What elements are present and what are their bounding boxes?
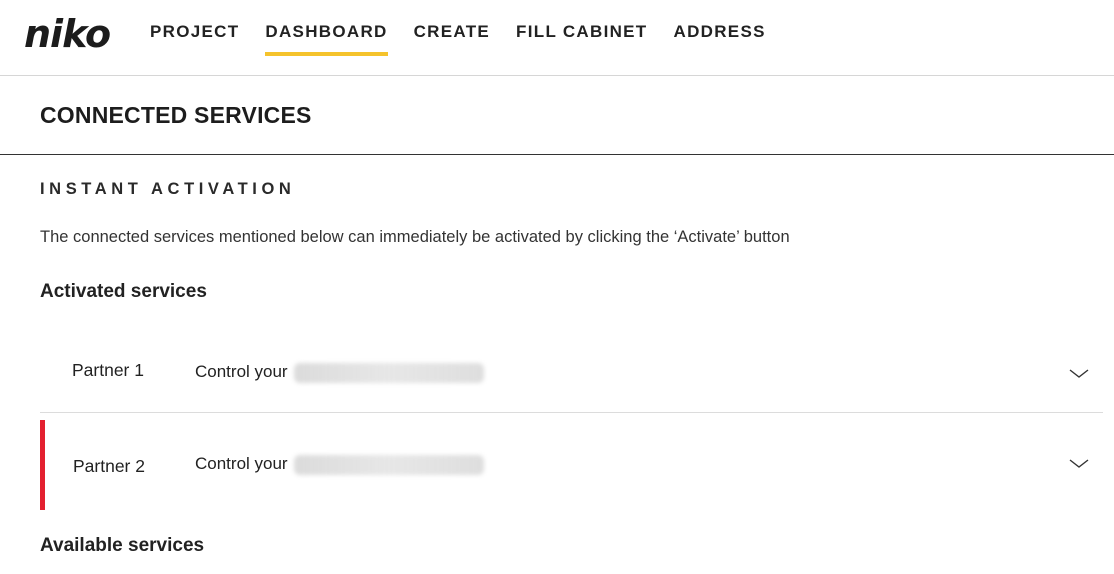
nav-item-project[interactable]: PROJECT — [150, 20, 239, 44]
nav-item-dashboard[interactable]: DASHBOARD — [265, 20, 388, 56]
partner-name: Partner 2 — [73, 456, 145, 476]
page-title: CONNECTED SERVICES — [40, 102, 312, 128]
redacted-text — [293, 454, 484, 475]
nav-item-fill-cabinet[interactable]: FILL CABINET — [516, 20, 647, 44]
service-row-partner-2[interactable]: Partner 2 Control your — [40, 420, 1103, 510]
instant-activation-heading: INSTANT ACTIVATION — [40, 180, 296, 198]
instant-activation-description: The connected services mentioned below c… — [40, 228, 790, 246]
service-description-label: Control your — [195, 454, 288, 473]
partner-name: Partner 1 — [72, 360, 144, 380]
chevron-down-icon[interactable] — [1069, 368, 1089, 380]
main-nav: PROJECT DASHBOARD CREATE FILL CABINET AD… — [150, 20, 792, 56]
chevron-down-icon[interactable] — [1069, 458, 1089, 470]
service-description-label: Control your — [195, 362, 288, 381]
service-description: Control your — [195, 454, 484, 475]
nav-item-address[interactable]: ADDRESS — [674, 20, 766, 44]
niko-logo[interactable]: niko — [24, 12, 111, 56]
page-header: CONNECTED SERVICES — [0, 76, 1114, 155]
service-row-partner-1[interactable]: Partner 1 Control your — [40, 330, 1103, 413]
service-description: Control your — [195, 362, 484, 383]
redacted-text — [293, 362, 484, 383]
activated-services-heading: Activated services — [40, 281, 207, 302]
top-navigation-bar: niko PROJECT DASHBOARD CREATE FILL CABIN… — [0, 0, 1114, 76]
selected-indicator — [40, 420, 45, 510]
available-services-heading: Available services — [40, 535, 205, 556]
nav-item-create[interactable]: CREATE — [414, 20, 490, 44]
